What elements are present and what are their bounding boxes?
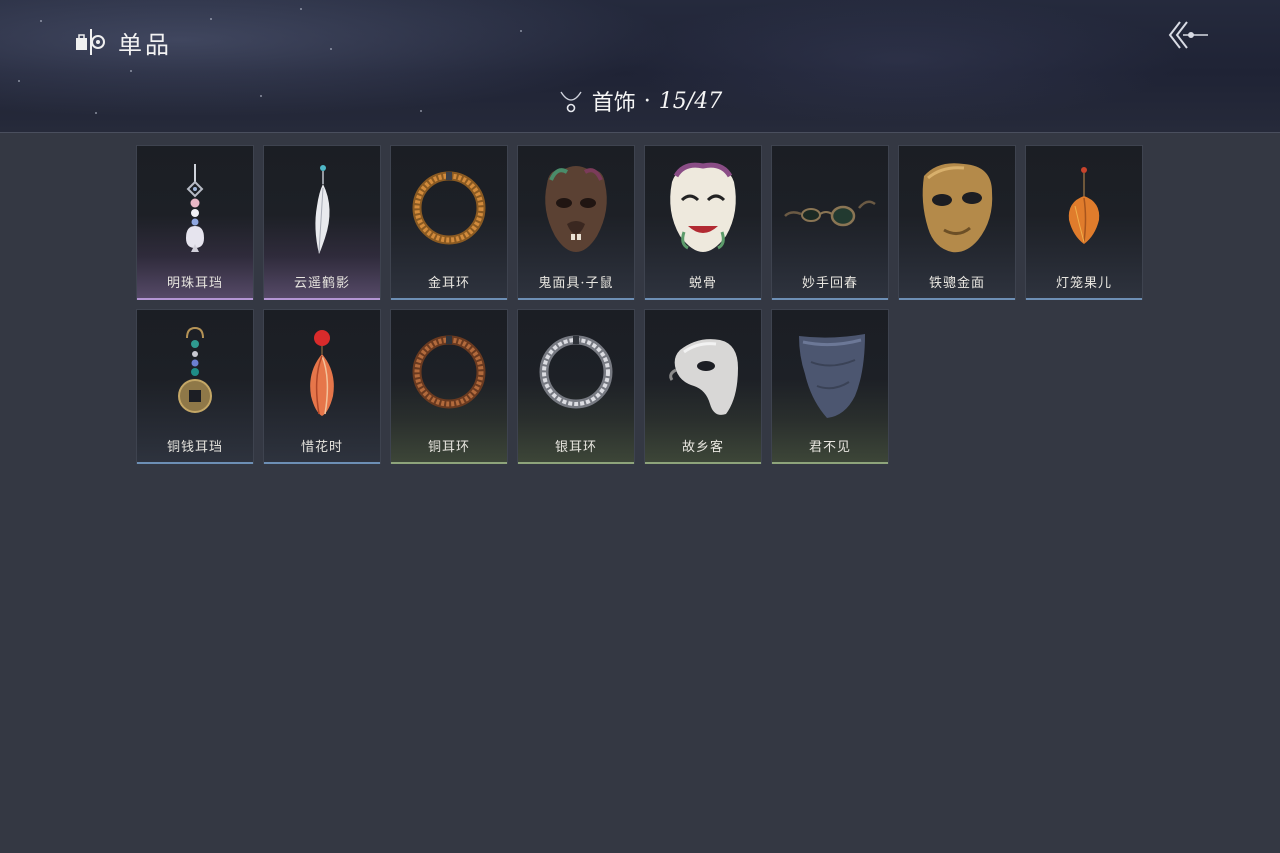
category-heading: 首饰 · 15/47 xyxy=(0,86,1280,116)
tag-icon xyxy=(76,29,105,55)
item-name: 铜耳环 xyxy=(427,440,470,455)
item-name: 灯笼果儿 xyxy=(1055,276,1112,291)
half-mask-icon xyxy=(669,339,738,415)
item-name: 惜花时 xyxy=(300,440,343,455)
category-separator: · xyxy=(643,88,651,114)
item-grid: 明珠耳珰 云遥鹤影 金耳环 鬼面具·子鼠 蜕骨 妙手回春 铁骢金面 灯笼果儿 铜… xyxy=(136,145,1143,464)
item-card[interactable]: 故乡客 xyxy=(644,309,762,464)
item-name: 金耳环 xyxy=(427,276,470,291)
item-name: 妙手回春 xyxy=(801,276,858,291)
rat-mask-icon xyxy=(545,166,607,252)
back-button[interactable] xyxy=(1166,18,1210,52)
item-card[interactable]: 鬼面具·子鼠 xyxy=(517,145,635,300)
copper-hoop-earring-icon xyxy=(412,335,486,409)
item-card[interactable]: 铜钱耳珰 xyxy=(136,309,254,464)
item-name: 铜钱耳珰 xyxy=(166,440,223,455)
item-name: 故乡客 xyxy=(681,440,724,455)
double-chevron-left-icon xyxy=(1168,21,1208,49)
petal-earring-icon xyxy=(310,330,334,416)
coin-earring-icon xyxy=(178,326,212,413)
item-card[interactable]: 铁骢金面 xyxy=(898,145,1016,300)
lantern-fruit-earring-icon xyxy=(1068,167,1100,244)
item-card[interactable]: 明珠耳珰 xyxy=(136,145,254,300)
pearl-earring-icon xyxy=(186,164,204,252)
gold-mask-icon xyxy=(922,163,993,253)
item-card[interactable]: 云遥鹤影 xyxy=(263,145,381,300)
item-name: 铁骢金面 xyxy=(928,276,985,291)
feather-earring-icon xyxy=(315,165,330,254)
item-card[interactable]: 灯笼果儿 xyxy=(1025,145,1143,300)
brand-section: 单品 xyxy=(74,26,172,59)
item-name: 鬼面具·子鼠 xyxy=(538,276,614,291)
face-veil-icon xyxy=(799,334,865,418)
page-title: 单品 xyxy=(118,30,172,59)
item-name: 明珠耳珰 xyxy=(166,276,223,291)
item-card[interactable]: 铜耳环 xyxy=(390,309,508,464)
header-banner: 单品 首饰 · 15/47 xyxy=(0,0,1280,133)
gold-hoop-earring-icon xyxy=(412,171,486,245)
item-name: 银耳环 xyxy=(554,440,597,455)
item-card[interactable]: 惜花时 xyxy=(263,309,381,464)
item-card[interactable]: 蜕骨 xyxy=(644,145,762,300)
item-card[interactable]: 君不见 xyxy=(771,309,889,464)
item-card[interactable]: 金耳环 xyxy=(390,145,508,300)
item-name: 云遥鹤影 xyxy=(293,276,350,291)
item-name: 蜕骨 xyxy=(688,276,717,291)
item-name: 君不见 xyxy=(808,440,851,455)
spectacles-icon xyxy=(784,200,876,227)
item-card[interactable]: 银耳环 xyxy=(517,309,635,464)
opera-mask-icon xyxy=(670,162,736,252)
silver-hoop-earring-icon xyxy=(539,335,613,409)
item-card[interactable]: 妙手回春 xyxy=(771,145,889,300)
necklace-icon xyxy=(560,91,582,113)
category-name: 首饰 xyxy=(591,91,636,116)
collection-count: 15/47 xyxy=(658,88,723,114)
